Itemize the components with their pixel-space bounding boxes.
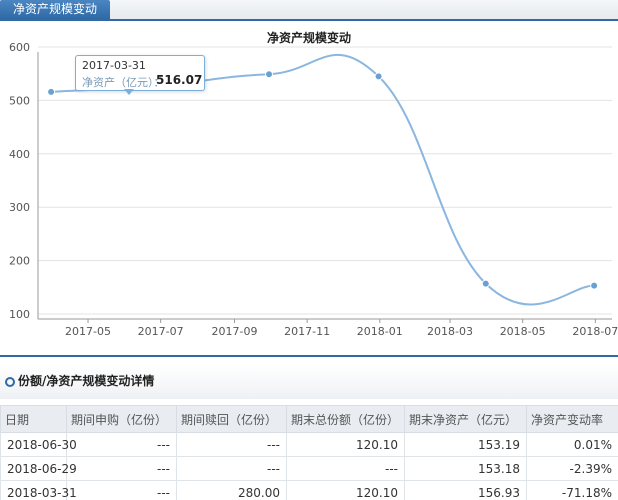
tooltip-value: 516.07 xyxy=(156,73,203,87)
data-point xyxy=(265,70,274,79)
x-tick-label: 2017-07 xyxy=(138,325,184,338)
table-header-row: 日期 期间申购（亿份） 期间赎回（亿份） 期末总份额（亿份） 期末净资产（亿元）… xyxy=(0,405,618,433)
header-net-assets: 期末净资产（亿元） xyxy=(404,405,527,433)
x-tick-label: 2018-07 xyxy=(572,325,618,338)
header-subscription: 期间申购（亿份） xyxy=(66,405,177,433)
cell-net-assets: 156.93 xyxy=(404,480,527,500)
cell-change-rate: -71.18% xyxy=(526,480,618,500)
detail-section-header: 份额/净资产规模变动详情 xyxy=(0,355,618,407)
cell-date: 2018-06-30 xyxy=(0,432,77,457)
circle-bullet-icon xyxy=(5,377,15,387)
cell-total-shares: 120.10 xyxy=(286,480,405,500)
cell-redemption: 280.00 xyxy=(176,480,287,500)
header-redemption: 期间赎回（亿份） xyxy=(176,405,287,433)
data-point xyxy=(481,279,490,288)
x-tick-label: 2018-05 xyxy=(500,325,546,338)
cell-change-rate: 0.01% xyxy=(526,432,618,457)
table-row: 2018-06-29 --- --- --- 153.18 -2.39% xyxy=(0,456,618,481)
tooltip-pointer xyxy=(124,89,134,95)
page: 净资产规模变动 净资产规模变动 100 200 300 400 500 600 2017-05… xyxy=(0,0,618,500)
data-point xyxy=(590,281,599,290)
tooltip-date: 2017-03-31 xyxy=(82,59,146,72)
cell-date: 2018-03-31 xyxy=(0,480,77,500)
y-tick-label: 500 xyxy=(9,94,30,107)
x-tick-label: 2017-05 xyxy=(65,325,111,338)
y-tick-label: 400 xyxy=(9,148,30,161)
y-tick-label: 600 xyxy=(9,41,30,54)
cell-total-shares: 120.10 xyxy=(286,432,405,457)
cell-subscription: --- xyxy=(66,480,177,500)
tooltip-label: 净资产（亿元）： xyxy=(82,76,165,89)
cell-subscription: --- xyxy=(66,456,177,481)
x-tick-label: 2017-11 xyxy=(284,325,330,338)
detail-table: 日期 期间申购（亿份） 期间赎回（亿份） 期末总份额（亿份） 期末净资产（亿元）… xyxy=(0,405,618,500)
table-row: 2018-03-31 --- 280.00 120.10 156.93 -71.… xyxy=(0,480,618,500)
cell-subscription: --- xyxy=(66,432,177,457)
y-tick-label: 200 xyxy=(9,255,30,268)
header-date: 日期 xyxy=(0,405,67,433)
cell-date: 2018-06-29 xyxy=(0,456,77,481)
y-tick-label: 100 xyxy=(9,308,30,321)
table-row: 2018-06-30 --- --- 120.10 153.19 0.01% xyxy=(0,432,618,457)
chart-tooltip: 2017-03-31 净资产（亿元）： 516.07 xyxy=(75,55,205,95)
cell-net-assets: 153.18 xyxy=(404,456,527,481)
data-point xyxy=(374,72,383,81)
y-tick-label: 300 xyxy=(9,201,30,214)
cell-total-shares: --- xyxy=(286,456,405,481)
data-point xyxy=(47,87,56,96)
cell-change-rate: -2.39% xyxy=(526,456,618,481)
header-total-shares: 期末总份额（亿份） xyxy=(286,405,405,433)
tab-net-asset-change[interactable]: 净资产规模变动 xyxy=(0,0,110,19)
x-tick-label: 2017-09 xyxy=(212,325,258,338)
cell-redemption: --- xyxy=(176,432,287,457)
section-title: 份额/净资产规模变动详情 xyxy=(18,374,155,388)
cell-net-assets: 153.19 xyxy=(404,432,527,457)
chart-title: 净资产规模变动 xyxy=(267,30,351,45)
x-tick-label: 2018-03 xyxy=(427,325,473,338)
header-change-rate: 净资产变动率 xyxy=(526,405,618,433)
cell-redemption: --- xyxy=(176,456,287,481)
x-tick-label: 2018-01 xyxy=(357,325,403,338)
tab-bar: 净资产规模变动 xyxy=(0,0,618,21)
